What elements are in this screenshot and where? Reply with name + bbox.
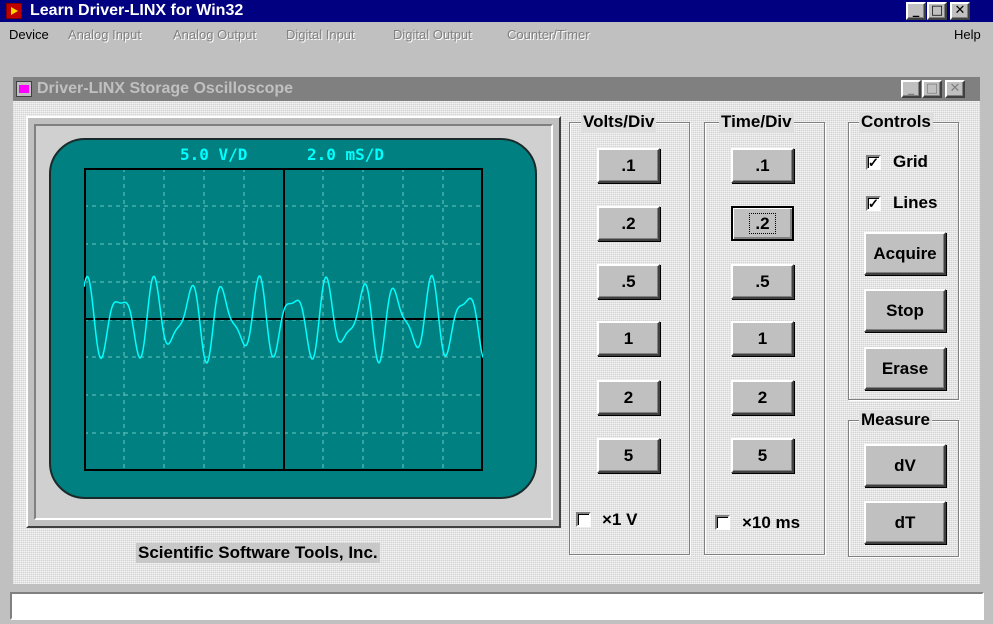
controls-title: Controls <box>859 112 933 132</box>
grid-label: Grid <box>893 152 928 171</box>
volts-btn-5[interactable]: 5 <box>597 438 660 473</box>
measure-title: Measure <box>859 410 932 430</box>
app-title: Learn Driver-LINX for Win32 <box>30 2 244 19</box>
time-btn-1[interactable]: 1 <box>731 321 794 356</box>
x10-ms-checkbox[interactable] <box>715 515 730 530</box>
lines-checkbox[interactable]: ✓ <box>866 196 881 211</box>
volts-btn-0.5[interactable]: .5 <box>597 264 660 299</box>
volts-btn-0.1[interactable]: .1 <box>597 148 660 183</box>
stop-button[interactable]: Stop <box>864 289 946 332</box>
app-icon[interactable] <box>6 3 22 19</box>
minimize-icon[interactable]: _ <box>906 2 926 20</box>
grid-checkbox[interactable]: ✓ <box>866 155 881 170</box>
x1-volt-label: ×1 V <box>602 510 638 529</box>
time-btn-2[interactable]: 2 <box>731 380 794 415</box>
menu-digital-input[interactable]: Digital Input <box>286 22 355 48</box>
dt-button[interactable]: dT <box>864 501 946 544</box>
menu-digital-output[interactable]: Digital Output <box>393 22 472 48</box>
x1-volt-checkbox[interactable] <box>576 512 591 527</box>
erase-button[interactable]: Erase <box>864 347 946 390</box>
child-maximize-icon[interactable]: □ <box>922 80 942 98</box>
menu-bar: Device Analog Input Analog Output Digita… <box>0 22 993 48</box>
time-readout: 2.0 mS/D <box>307 145 385 164</box>
time-btn-5[interactable]: 5 <box>731 438 794 473</box>
child-title: Driver-LINX Storage Oscilloscope <box>37 80 294 97</box>
time-btn-0.2[interactable]: .2 <box>731 206 794 241</box>
company-label: Scientific Software Tools, Inc. <box>136 543 380 563</box>
maximize-icon[interactable]: □ <box>927 2 947 20</box>
oscilloscope-icon[interactable] <box>16 81 32 97</box>
x10-ms-label: ×10 ms <box>742 513 801 532</box>
menu-analog-input[interactable]: Analog Input <box>68 22 141 48</box>
volts-btn-1[interactable]: 1 <box>597 321 660 356</box>
time-btn-0.5[interactable]: .5 <box>731 264 794 299</box>
child-minimize-icon[interactable]: _ <box>901 80 921 98</box>
time-div-title: Time/Div <box>719 112 794 132</box>
volts-btn-0.2[interactable]: .2 <box>597 206 660 241</box>
menu-counter-timer[interactable]: Counter/Timer <box>507 22 590 48</box>
volts-div-title: Volts/Div <box>581 112 657 132</box>
menu-device[interactable]: Device <box>9 22 49 48</box>
volts-readout: 5.0 V/D <box>180 145 248 164</box>
scope-graticule <box>84 168 483 471</box>
menu-help[interactable]: Help <box>954 22 981 48</box>
volts-btn-2[interactable]: 2 <box>597 380 660 415</box>
acquire-button[interactable]: Acquire <box>864 232 946 275</box>
status-bar <box>10 592 984 620</box>
close-icon[interactable]: ✕ <box>950 2 970 20</box>
child-close-icon[interactable]: ✕ <box>945 80 965 98</box>
child-title-bar[interactable]: Driver-LINX Storage Oscilloscope _ □ ✕ <box>13 77 980 101</box>
app-title-bar[interactable]: Learn Driver-LINX for Win32 _ □ ✕ <box>0 0 993 22</box>
time-btn-0.1[interactable]: .1 <box>731 148 794 183</box>
dv-button[interactable]: dV <box>864 444 946 487</box>
menu-analog-output[interactable]: Analog Output <box>173 22 256 48</box>
lines-label: Lines <box>893 193 938 212</box>
